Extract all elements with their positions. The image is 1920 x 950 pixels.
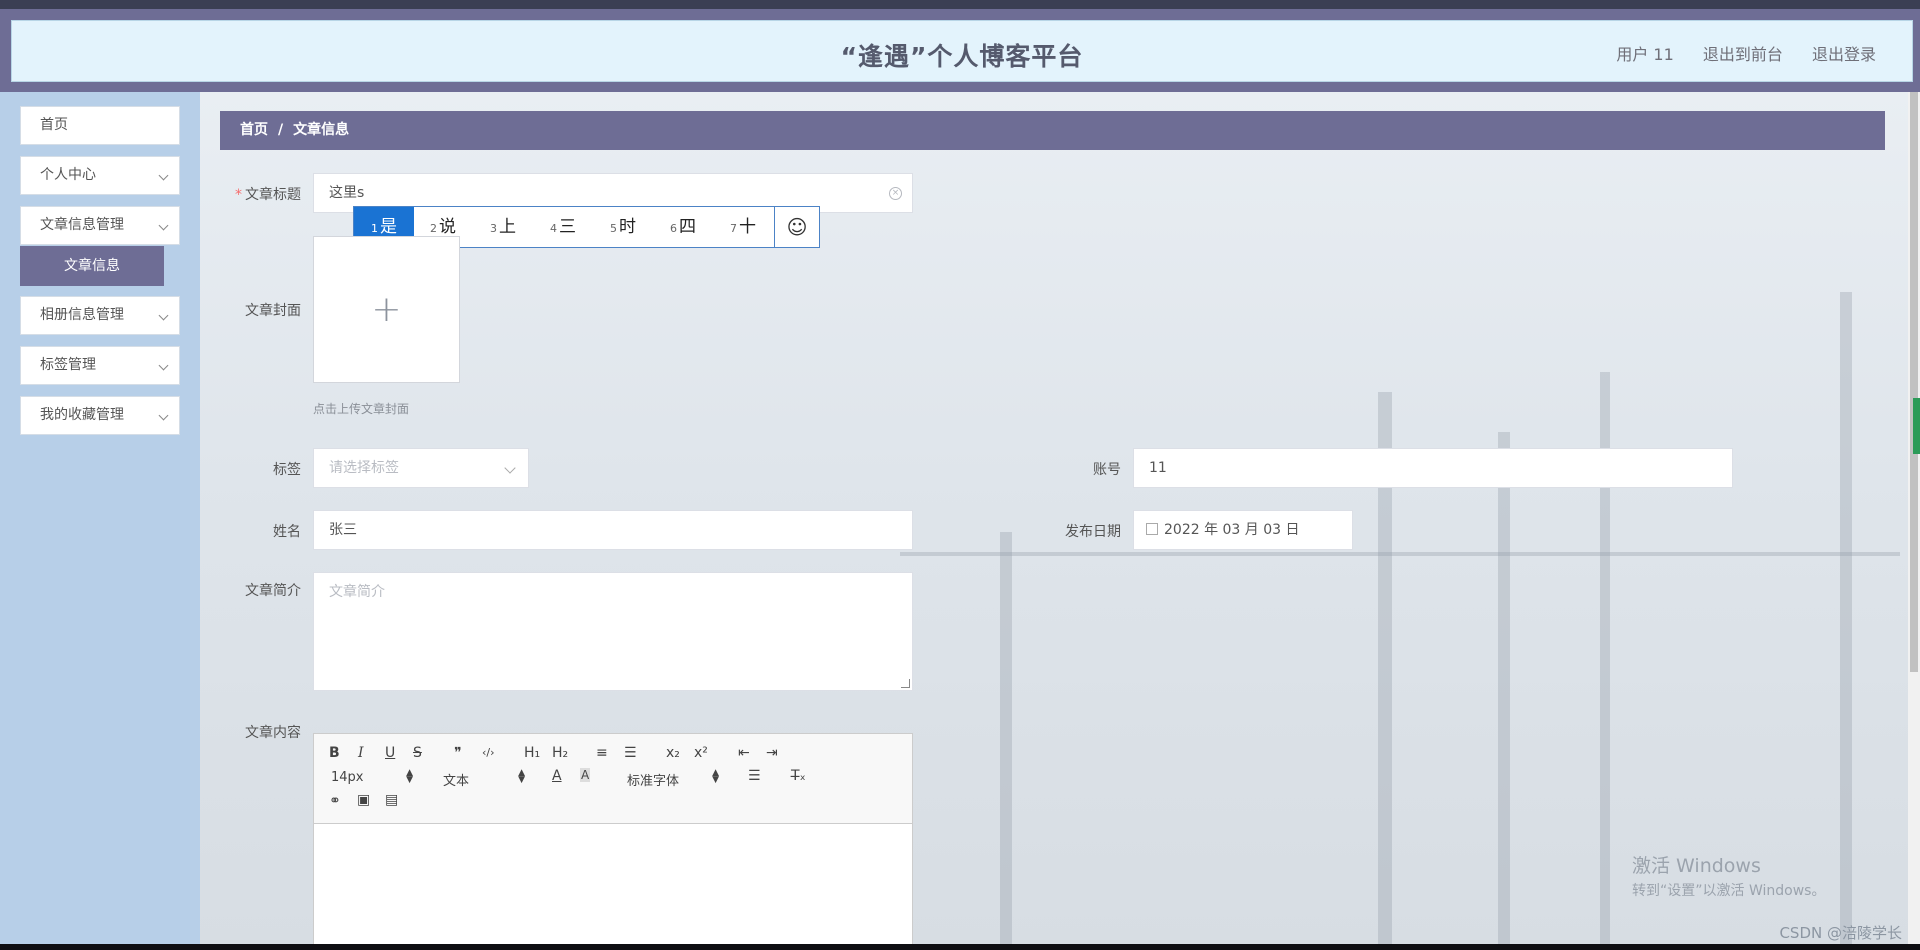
account-input[interactable]: 11	[1133, 448, 1733, 488]
side-indicator	[1913, 398, 1920, 454]
image-icon[interactable]: ▣	[357, 792, 370, 808]
heading1-button[interactable]: H₁	[524, 745, 540, 761]
scrollbar-thumb[interactable]	[1910, 92, 1918, 672]
cover-label: 文章封面	[245, 303, 301, 319]
cover-hint: 点击上传文章封面	[313, 402, 410, 416]
title-input-value: 这里s	[329, 185, 365, 201]
font-family-select[interactable]: 标准字体 ▲ ▼	[627, 768, 719, 790]
tag-label: 标签	[273, 462, 301, 478]
chevron-down-icon	[158, 310, 169, 321]
account-input-value: 11	[1149, 460, 1167, 476]
browser-top-strip	[0, 0, 1920, 9]
emoji-icon[interactable]: ☺	[774, 207, 819, 247]
ime-candidate-4[interactable]: 4三	[550, 207, 576, 247]
publish-date-value: 2022 年 03 月 03 日	[1164, 522, 1300, 538]
bullet-list-button[interactable]: ☰	[624, 745, 637, 761]
content-background	[0, 92, 1920, 944]
breadcrumb-current: 文章信息	[293, 122, 350, 138]
breadcrumb: 首页 / 文章信息	[220, 111, 1885, 150]
account-label: 账号	[1093, 462, 1121, 478]
sidebar-item-tag-management[interactable]: 标签管理	[20, 346, 180, 385]
ime-candidate-7[interactable]: 7十	[730, 207, 756, 247]
chevron-down-icon	[158, 360, 169, 371]
bottom-strip	[0, 944, 1920, 950]
tag-select-placeholder: 请选择标签	[329, 460, 399, 476]
sidebar-item-album-management[interactable]: 相册信息管理	[20, 296, 180, 335]
clear-icon[interactable]: ×	[889, 187, 902, 200]
ime-candidate-6[interactable]: 6四	[670, 207, 696, 247]
underline-button[interactable]: U	[385, 745, 395, 761]
font-color-button[interactable]: A	[552, 768, 562, 784]
content-label: 文章内容	[245, 725, 301, 741]
cover-upload-box[interactable]: +	[313, 236, 460, 383]
sidebar-item-label: 相册信息管理	[40, 307, 124, 323]
sidebar-item-label: 标签管理	[40, 357, 96, 373]
publish-date-label: 发布日期	[1065, 524, 1121, 540]
title-label: * 文章标题	[235, 187, 301, 203]
tag-select[interactable]: 请选择标签	[313, 448, 529, 488]
sidebar-item-label: 我的收藏管理	[40, 407, 124, 423]
summary-textarea[interactable]: 文章简介	[313, 572, 913, 691]
strikethrough-button[interactable]: S	[413, 745, 422, 761]
name-input-value: 张三	[329, 522, 357, 538]
video-icon[interactable]: ▤	[385, 792, 398, 808]
sidebar-item-home[interactable]: 首页	[20, 106, 180, 145]
blockquote-button[interactable]: ❞	[454, 745, 462, 761]
sidebar-item-label: 文章信息管理	[40, 217, 124, 233]
chevron-down-icon	[504, 462, 516, 474]
csdn-credit: CSDN @涪陵学长	[1779, 924, 1902, 942]
font-size-select[interactable]: 14px ▲ ▼	[331, 768, 413, 786]
top-header: “逢遇”个人博客平台 用户 11 退出到前台 退出登录	[0, 9, 1920, 92]
plus-icon: +	[371, 289, 402, 330]
summary-label: 文章简介	[245, 583, 301, 599]
calendar-icon	[1146, 523, 1158, 535]
subscript-button[interactable]: x₂	[666, 745, 680, 761]
required-asterisk: *	[235, 187, 242, 203]
windows-activation-watermark: 激活 Windows 转到“设置”以激活 Windows。	[1632, 855, 1826, 899]
updown-icon: ▲ ▼	[406, 768, 413, 785]
outdent-button[interactable]: ⇤	[738, 745, 750, 761]
heading2-button[interactable]: H₂	[552, 745, 568, 761]
sidebar-item-article-management[interactable]: 文章信息管理	[20, 206, 180, 245]
header-links: 用户 11 退出到前台 退出登录	[1592, 41, 1876, 65]
ordered-list-button[interactable]: ≡	[596, 745, 608, 761]
name-input[interactable]: 张三	[313, 510, 913, 550]
chevron-down-icon	[158, 410, 169, 421]
clear-format-button[interactable]: T̶ₓ	[791, 768, 806, 784]
resize-handle-icon[interactable]	[901, 679, 910, 688]
background-color-button[interactable]: A	[580, 768, 591, 782]
sidebar-item-favorites-management[interactable]: 我的收藏管理	[20, 396, 180, 435]
ime-candidate-5[interactable]: 5时	[610, 207, 636, 247]
link-icon[interactable]: ⚭	[329, 793, 341, 809]
sidebar-item-personal-center[interactable]: 个人中心	[20, 156, 180, 195]
bold-button[interactable]: B	[329, 745, 340, 761]
name-label: 姓名	[273, 524, 301, 540]
superscript-button[interactable]: x²	[694, 745, 708, 761]
chevron-down-icon	[158, 170, 169, 181]
block-type-select[interactable]: 文本 ▲ ▼	[443, 768, 525, 790]
breadcrumb-home[interactable]: 首页	[240, 122, 268, 138]
italic-button[interactable]: I	[358, 745, 364, 761]
ime-candidate-3[interactable]: 3上	[490, 207, 516, 247]
publish-date-picker[interactable]: 2022 年 03 月 03 日	[1133, 510, 1353, 550]
rich-text-editor: B I U S ❞ ‹/› H₁ H₂ ≡ ☰ x₂ x² ⇤ ⇥ 14px ▲ ▼…	[313, 733, 913, 950]
indent-button[interactable]: ⇥	[766, 745, 778, 761]
header-panel: “逢遇”个人博客平台 用户 11 退出到前台 退出登录	[11, 20, 1913, 82]
editor-toolbar: B I U S ❞ ‹/› H₁ H₂ ≡ ☰ x₂ x² ⇤ ⇥ 14px ▲ ▼…	[314, 734, 912, 824]
breadcrumb-separator: /	[278, 122, 284, 138]
updown-icon: ▲ ▼	[518, 768, 525, 785]
chevron-down-icon	[158, 220, 169, 231]
sidebar-item-label: 首页	[40, 117, 68, 133]
code-block-button[interactable]: ‹/›	[482, 746, 495, 759]
app-window: “逢遇”个人博客平台 用户 11 退出到前台 退出登录 首页 个人中心 文章信息…	[0, 0, 1920, 950]
sidebar-item-label: 个人中心	[40, 167, 96, 183]
back-to-front-link[interactable]: 退出到前台	[1703, 45, 1783, 64]
logout-link[interactable]: 退出登录	[1812, 45, 1876, 64]
updown-icon: ▲ ▼	[712, 768, 719, 785]
summary-placeholder: 文章简介	[329, 584, 385, 600]
sidebar-subitem-article-info[interactable]: 文章信息	[20, 246, 164, 286]
user-label: 用户 11	[1616, 45, 1674, 64]
align-icon[interactable]: ☰	[748, 768, 761, 784]
